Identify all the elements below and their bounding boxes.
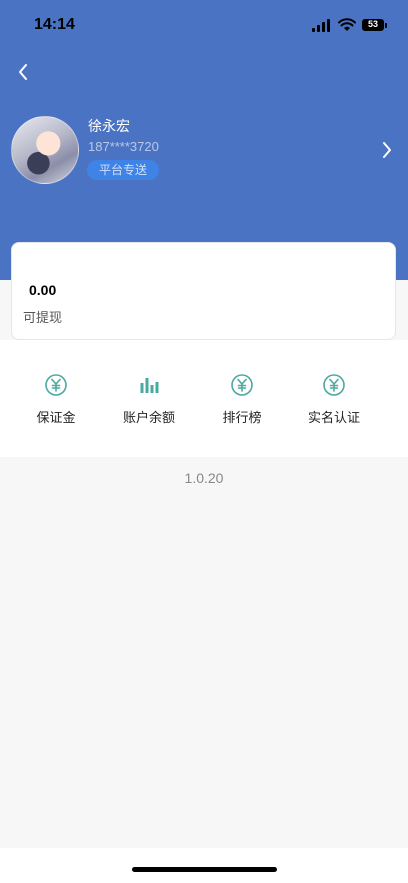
- signal-icon: [312, 18, 332, 32]
- yuan-circle-icon: [45, 374, 67, 396]
- chevron-left-icon: [19, 64, 27, 80]
- profile-card[interactable]: 徐永宏 187****3720 平台专送: [0, 112, 408, 192]
- chevron-right-icon: [383, 142, 391, 158]
- avatar: [11, 116, 79, 184]
- battery-icon: 53: [362, 19, 384, 31]
- leaderboard-label: 排行榜: [222, 411, 262, 426]
- deposit-button[interactable]: 保证金: [11, 373, 101, 433]
- bar-chart-icon: [140, 378, 159, 393]
- battery-tip: [385, 23, 387, 28]
- bottom-safe-area: [0, 848, 408, 883]
- real-name-auth-button[interactable]: 实名认证: [289, 373, 379, 433]
- balance-card[interactable]: 0.00 可提现: [11, 242, 396, 340]
- back-button[interactable]: [10, 58, 36, 86]
- home-indicator[interactable]: [132, 867, 277, 872]
- wifi-icon: [338, 18, 356, 31]
- leaderboard-button[interactable]: 排行榜: [197, 373, 287, 433]
- withdrawable-label: 可提现: [23, 311, 63, 326]
- account-balance-button[interactable]: 账户余额: [104, 373, 194, 433]
- user-phone: 187****3720: [88, 139, 159, 154]
- user-name: 徐永宏: [88, 119, 130, 135]
- yuan-circle-icon: [231, 374, 253, 396]
- status-time: 14:14: [34, 16, 75, 33]
- yuan-circle-icon: [323, 374, 345, 396]
- status-bar: 14:14 53: [0, 0, 408, 52]
- status-icons: 53: [312, 18, 388, 34]
- account-balance-label: 账户余额: [122, 411, 175, 426]
- user-tag-badge: 平台专送: [87, 160, 160, 180]
- real-name-auth-label: 实名认证: [307, 411, 360, 426]
- deposit-label: 保证金: [36, 411, 76, 426]
- withdrawable-amount: 0.00: [29, 282, 57, 298]
- app-version: 1.0.20: [184, 470, 224, 486]
- quick-menu: 保证金 账户余额 排行榜 实名认证: [0, 340, 408, 457]
